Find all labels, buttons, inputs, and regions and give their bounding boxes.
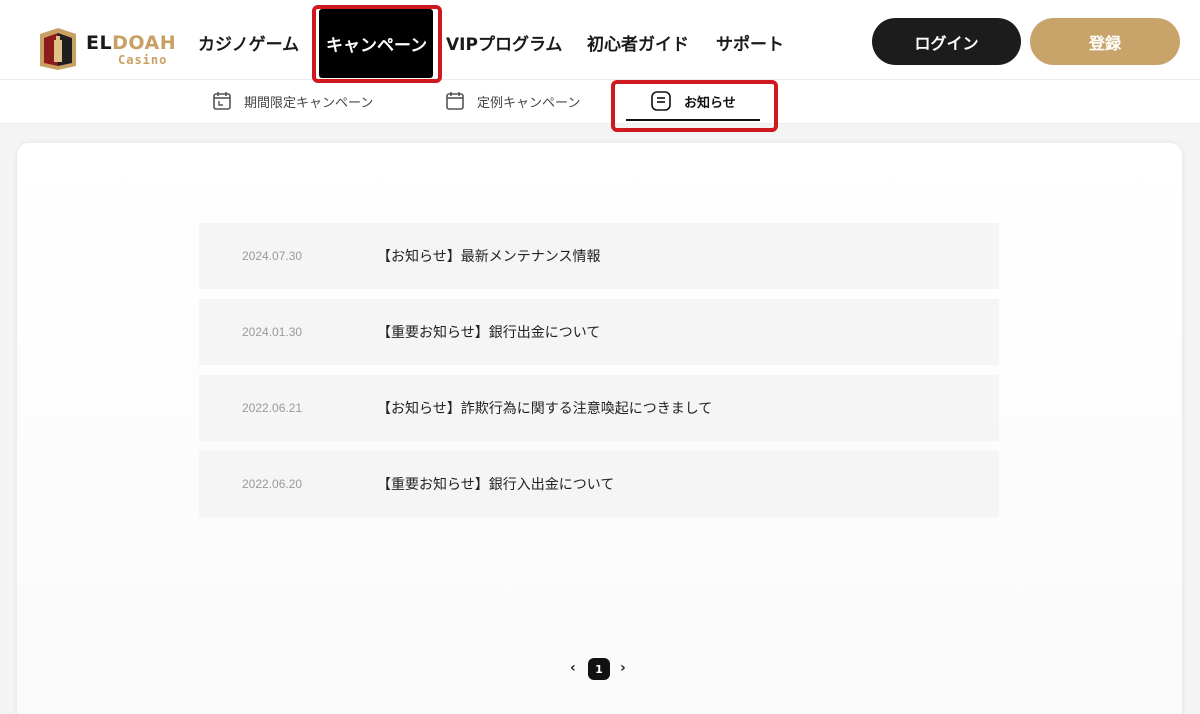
tab-label: お知らせ: [684, 95, 736, 111]
tab-regular-campaign[interactable]: 定例キャンペーン: [445, 89, 580, 113]
tab-limited-campaign[interactable]: 期間限定キャンペーン: [212, 89, 373, 113]
tab-label: 定例キャンペーン: [477, 95, 581, 111]
login-button[interactable]: ログイン: [872, 18, 1021, 65]
notice-title: 【お知らせ】詐欺行為に関する注意喚起につきまして: [377, 401, 713, 417]
tab-notices[interactable]: お知らせ: [650, 89, 736, 113]
notice-row[interactable]: 2022.06.20 【重要お知らせ】銀行入出金について: [199, 451, 999, 517]
pagination-current-page[interactable]: 1: [588, 658, 610, 680]
logo[interactable]: ELDOAH Casino: [36, 26, 176, 70]
calendar-icon: [213, 92, 231, 110]
notice-icon: [651, 91, 671, 111]
nav-campaign[interactable]: キャンペーン: [326, 31, 427, 56]
pagination-next-button[interactable]: ›: [620, 660, 626, 676]
nav-casino-games[interactable]: カジノゲーム: [198, 30, 299, 55]
nav-beginner-guide[interactable]: 初心者ガイド: [587, 30, 689, 55]
nav-support[interactable]: サポート: [716, 30, 784, 55]
register-button[interactable]: 登録: [1030, 18, 1180, 65]
pagination-prev-button[interactable]: ‹: [570, 660, 576, 676]
notice-row[interactable]: 2024.07.30 【お知らせ】最新メンテナンス情報: [199, 223, 999, 289]
notice-date: 2024.01.30: [242, 325, 303, 339]
notice-date: 2022.06.21: [242, 401, 303, 415]
campaign-subnav: [0, 80, 1200, 124]
nav-vip-program[interactable]: VIPプログラム: [446, 30, 562, 55]
site-header: ELDOAH Casino カジノゲーム キャンペーン VIPプログラム 初心者…: [0, 0, 1200, 80]
castle-logo-icon: [40, 28, 76, 70]
logo-subtext: Casino: [118, 53, 168, 67]
notice-date: 2024.07.30: [242, 249, 303, 263]
notice-row[interactable]: 2024.01.30 【重要お知らせ】銀行出金について: [199, 299, 999, 365]
notice-row[interactable]: 2022.06.21 【お知らせ】詐欺行為に関する注意喚起につきまして: [199, 375, 999, 441]
active-tab-underline: [626, 119, 760, 121]
logo-text: ELDOAH: [86, 32, 177, 54]
calendar-icon: [446, 92, 464, 110]
notice-title: 【重要お知らせ】銀行入出金について: [377, 477, 615, 493]
tab-label: 期間限定キャンペーン: [244, 95, 374, 111]
notice-date: 2022.06.20: [242, 477, 303, 491]
notice-title: 【お知らせ】最新メンテナンス情報: [377, 249, 601, 265]
notice-title: 【重要お知らせ】銀行出金について: [377, 325, 601, 341]
